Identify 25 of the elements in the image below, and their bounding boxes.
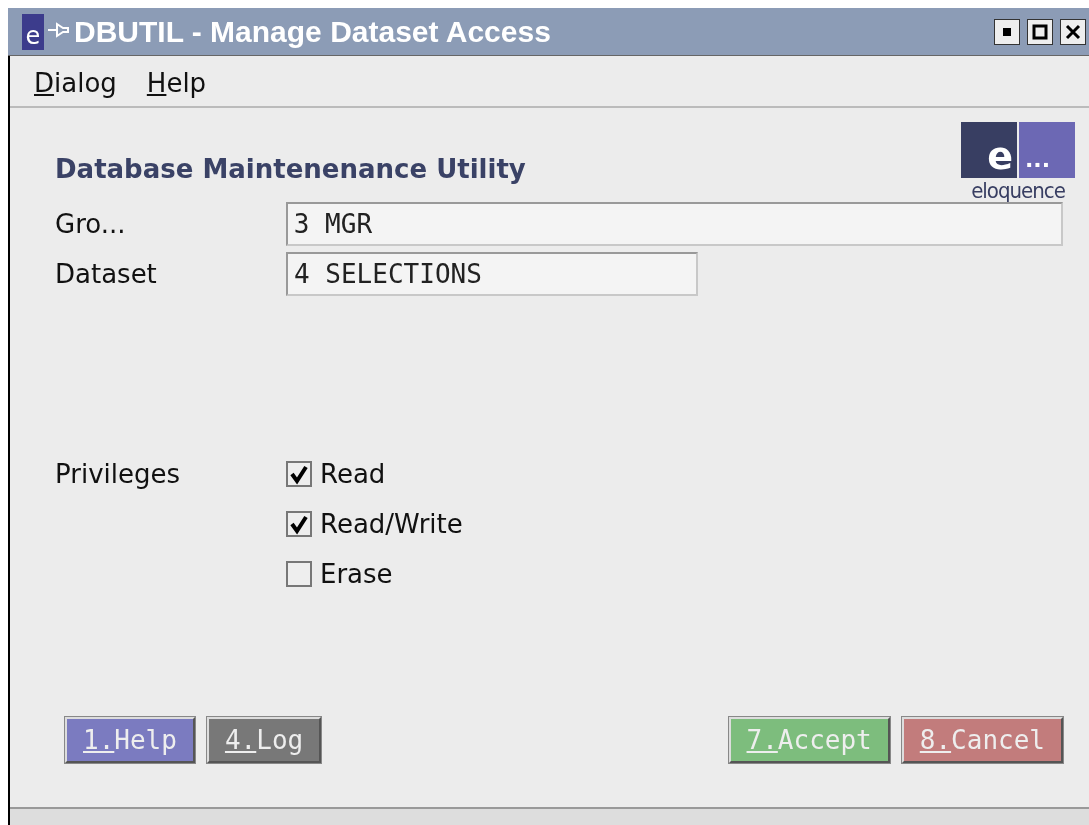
dialog-heading: Database Maintenenance Utility: [55, 154, 526, 184]
maximize-icon: [1032, 23, 1048, 40]
checkbox-label: Read: [320, 459, 386, 489]
minimize-button[interactable]: [994, 18, 1020, 45]
minimize-icon: [1003, 27, 1011, 36]
maximize-button[interactable]: [1027, 18, 1053, 45]
function-button[interactable]: 4.Log: [206, 717, 322, 763]
field-label: Dataset: [55, 259, 158, 289]
window-title: DBUTIL - Manage Dataset Access: [74, 14, 552, 49]
app-icon-text: e: [22, 13, 44, 50]
checkbox-label: Erase: [320, 559, 393, 589]
menu-item[interactable]: Dialog: [34, 68, 117, 106]
checkbox-label: Read/Write: [320, 509, 463, 539]
pin-icon: [48, 21, 70, 38]
logo: e ... eloquence: [961, 122, 1075, 203]
close-button[interactable]: [1060, 18, 1086, 45]
field-label: Privileges: [55, 458, 181, 491]
input-field[interactable]: 3 MGR: [285, 202, 1063, 246]
field-label: Gro...: [55, 209, 127, 239]
close-icon: [1065, 23, 1081, 40]
checkbox[interactable]: [286, 561, 312, 587]
menu-item[interactable]: Help: [146, 68, 207, 106]
input-field[interactable]: 4 SELECTIONS: [286, 252, 698, 296]
checkbox[interactable]: [286, 461, 312, 487]
checkbox[interactable]: [286, 511, 312, 537]
